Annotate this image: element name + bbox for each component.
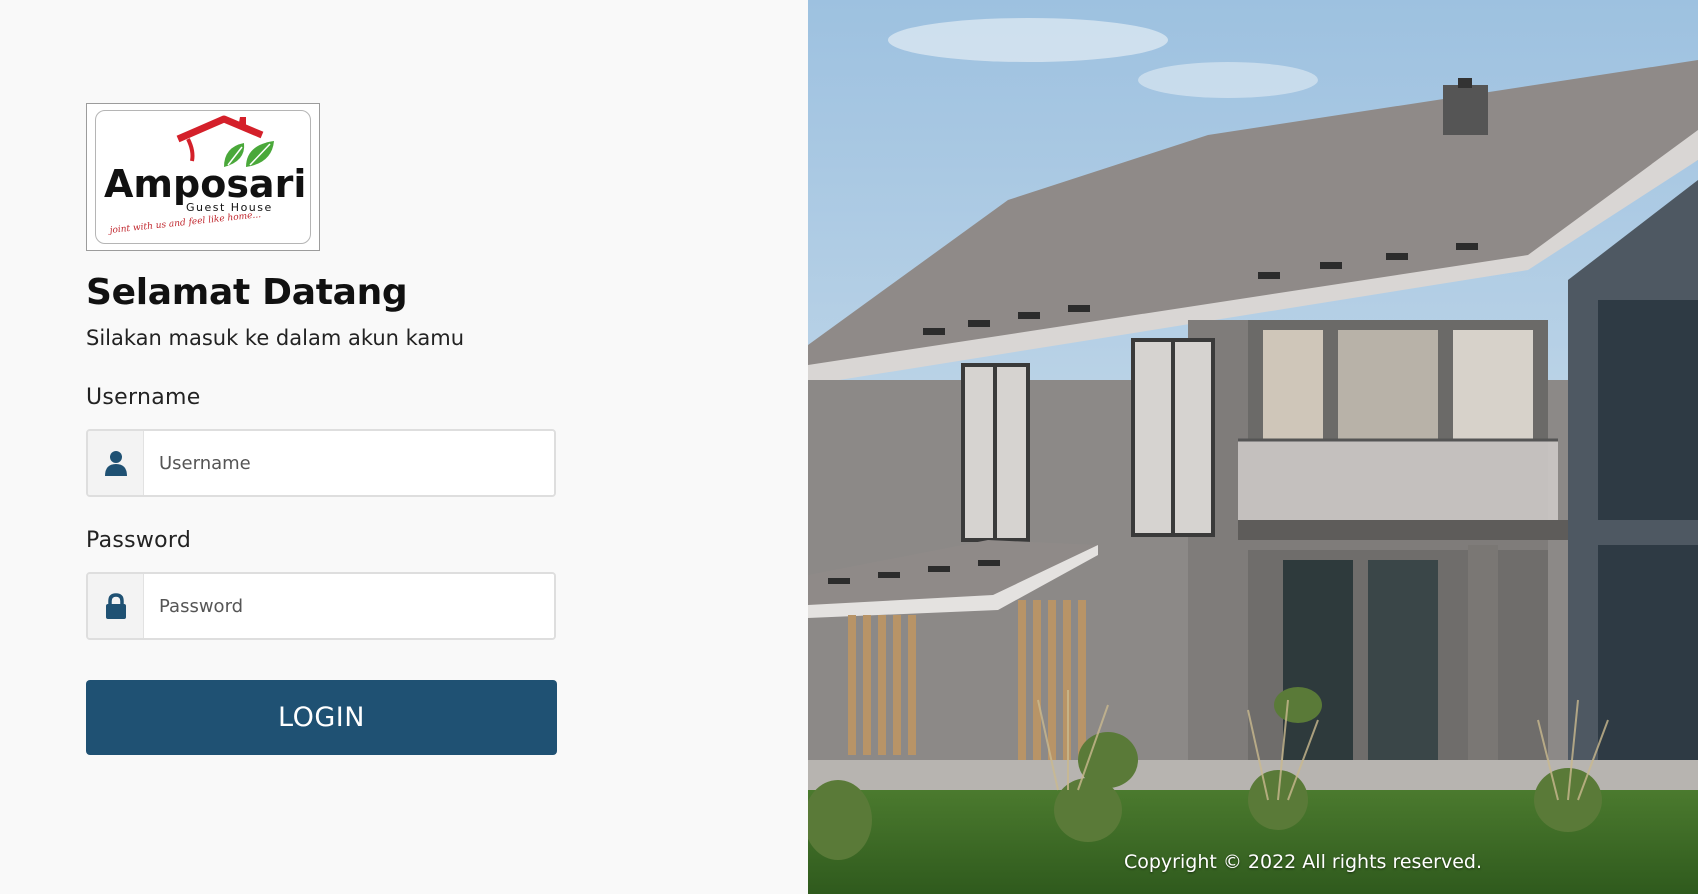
brand-logo: Amposari Guest House joint with us and f…	[86, 103, 320, 251]
page-title: Selamat Datang	[86, 272, 408, 313]
lock-icon	[88, 574, 144, 638]
password-label: Password	[86, 528, 192, 553]
login-button[interactable]: LOGIN	[86, 680, 557, 755]
password-input[interactable]	[144, 574, 554, 638]
username-input-group	[86, 429, 556, 497]
hero-image: Copyright © 2022 All rights reserved.	[808, 0, 1698, 894]
page-subtitle: Silakan masuk ke dalam akun kamu	[86, 326, 465, 350]
copyright-text: Copyright © 2022 All rights reserved.	[1123, 851, 1482, 873]
username-label: Username	[86, 385, 201, 410]
logo-name: Amposari	[104, 162, 306, 206]
login-page: Amposari Guest House joint with us and f…	[0, 0, 1698, 894]
logo-graphic: Amposari Guest House joint with us and f…	[104, 115, 306, 236]
user-icon	[88, 431, 144, 495]
house-illustration	[808, 0, 1698, 894]
logo-frame: Amposari Guest House joint with us and f…	[95, 110, 311, 244]
username-input[interactable]	[144, 431, 554, 495]
login-panel: Amposari Guest House joint with us and f…	[0, 0, 808, 894]
logo-tagline: joint with us and feel like home...	[107, 210, 261, 236]
password-input-group	[86, 572, 556, 640]
roof-icon	[176, 115, 264, 143]
